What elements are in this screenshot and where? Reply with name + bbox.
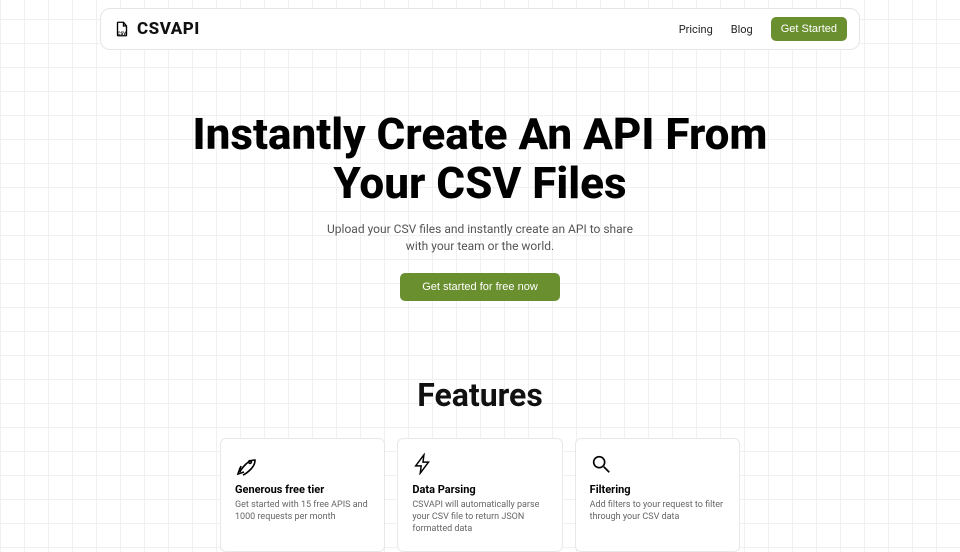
hero-headline: Instantly Create An API From Your CSV Fi… (170, 110, 790, 209)
top-nav: CSV CSVAPI Pricing Blog Get Started (100, 8, 860, 50)
brand-name: CSVAPI (137, 19, 200, 39)
hero-cta-button[interactable]: Get started for free now (400, 273, 560, 301)
feature-card-title: Filtering (590, 483, 725, 496)
features-title: Features (0, 376, 960, 414)
nav-link-pricing[interactable]: Pricing (679, 23, 713, 36)
search-icon (590, 453, 614, 477)
svg-text:CSV: CSV (118, 31, 127, 37)
nav-link-blog[interactable]: Blog (731, 23, 753, 36)
feature-card-title: Data Parsing (412, 483, 547, 496)
hero-subheadline: Upload your CSV files and instantly crea… (315, 221, 645, 256)
rocket-icon (235, 453, 259, 477)
bolt-icon (412, 453, 436, 477)
feature-card-free-tier: Generous free tier Get started with 15 f… (220, 438, 385, 552)
feature-card-title: Generous free tier (235, 483, 370, 496)
feature-card-desc: Add filters to your request to filter th… (590, 500, 725, 523)
feature-cards: Generous free tier Get started with 15 f… (220, 438, 740, 552)
feature-card-filtering: Filtering Add filters to your request to… (575, 438, 740, 552)
nav-links: Pricing Blog Get Started (679, 17, 847, 41)
features-section: Features Generous free tier Get started … (0, 376, 960, 552)
feature-card-desc: Get started with 15 free APIS and 1000 r… (235, 500, 370, 523)
csv-file-icon: CSV (113, 20, 131, 38)
feature-card-desc: CSVAPI will automatically parse your CSV… (412, 500, 547, 535)
hero-section: Instantly Create An API From Your CSV Fi… (0, 110, 960, 301)
feature-card-data-parsing: Data Parsing CSVAPI will automatically p… (397, 438, 562, 552)
brand-block: CSV CSVAPI (113, 19, 200, 39)
nav-cta-button[interactable]: Get Started (771, 17, 847, 41)
